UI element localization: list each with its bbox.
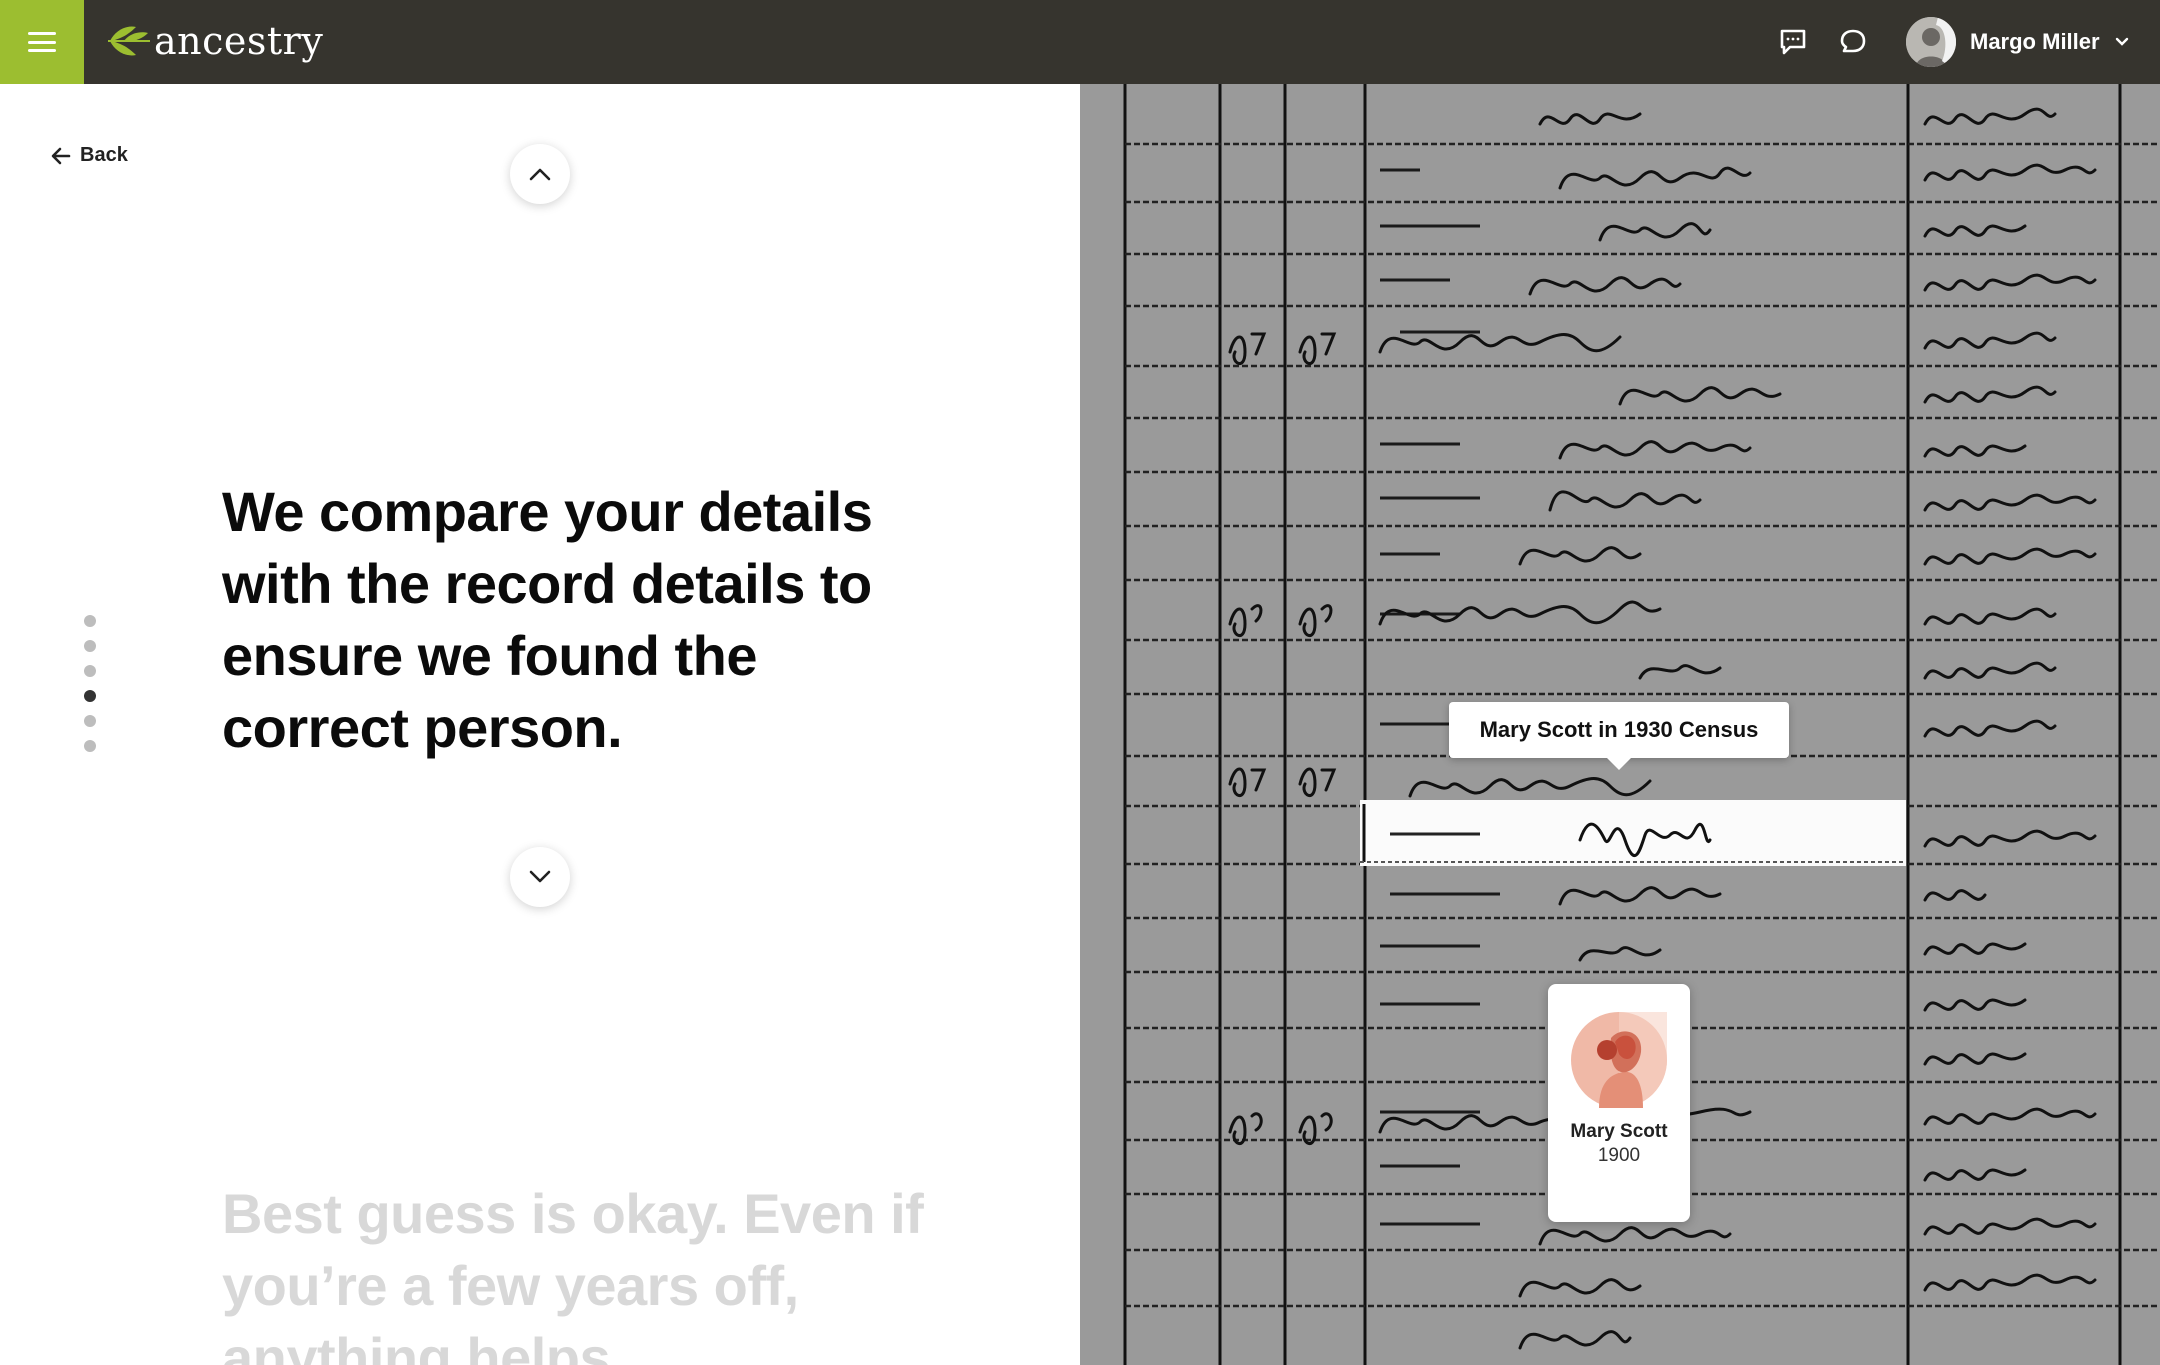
user-menu[interactable]: Margo Miller	[1906, 16, 2130, 68]
person-portrait-icon	[1571, 1012, 1667, 1108]
menu-button[interactable]	[0, 0, 84, 84]
back-label: Back	[80, 144, 128, 166]
census-record-image: Mary Scott in 1930 Census Mary Scott 190…	[1080, 84, 2160, 1365]
explanation-panel: Back We compare your details with the re…	[0, 84, 1080, 1365]
ancestry-logo[interactable]: ancestry	[106, 12, 323, 70]
message-icon[interactable]	[1775, 24, 1811, 60]
next-step-button[interactable]	[510, 847, 570, 907]
step-progress-dots	[84, 615, 96, 752]
highlighted-record-row[interactable]	[1360, 800, 1906, 866]
previous-step-button[interactable]	[510, 144, 570, 204]
step-dot[interactable]	[84, 740, 96, 752]
top-navigation-bar: ancestry Margo Miller	[0, 0, 2160, 84]
step-dot-current[interactable]	[84, 690, 96, 702]
chevron-down-icon	[529, 870, 551, 883]
arrow-left-icon	[51, 147, 71, 164]
chat-bubble-icon[interactable]	[1835, 24, 1871, 60]
step-dot[interactable]	[84, 665, 96, 677]
chevron-up-icon	[529, 168, 551, 181]
highlighted-name-scan	[1360, 804, 1906, 863]
chevron-down-icon	[2115, 37, 2128, 46]
next-step-text: Best guess is okay. Even if you’re a few…	[222, 1182, 924, 1365]
person-name: Mary Scott	[1570, 1121, 1668, 1142]
step-dot[interactable]	[84, 615, 96, 627]
leaf-logo-icon	[108, 26, 150, 56]
avatar	[1906, 17, 1956, 67]
person-year: 1900	[1597, 1145, 1641, 1166]
step-dot[interactable]	[84, 715, 96, 727]
user-name: Margo Miller	[1970, 29, 2100, 54]
back-button[interactable]: Back	[50, 144, 128, 167]
step-dot[interactable]	[84, 640, 96, 652]
record-tooltip: Mary Scott in 1930 Census	[1449, 702, 1789, 770]
step-headline: We compare your details with the record …	[222, 480, 873, 759]
person-card[interactable]: Mary Scott 1900	[1548, 984, 1690, 1222]
hamburger-menu-icon	[28, 32, 56, 52]
logo-text: ancestry	[154, 19, 324, 63]
